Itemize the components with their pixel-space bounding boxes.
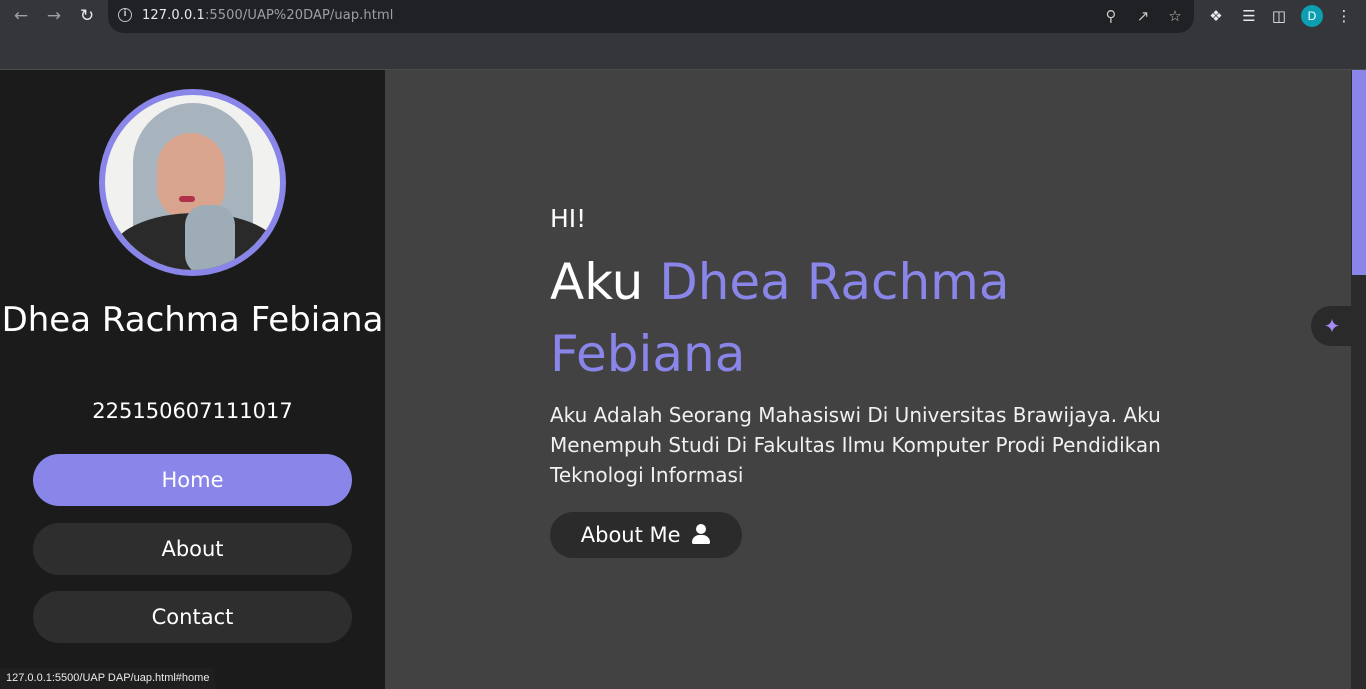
site-info-icon[interactable]: i xyxy=(118,8,132,22)
about-me-button[interactable]: About Me xyxy=(550,512,742,558)
greeting: HI! xyxy=(550,204,587,233)
address-bar[interactable]: i 127.0.0.1:5500/UAP%20DAP/uap.html ⚲ ↗ … xyxy=(108,0,1194,33)
media-playlist-icon[interactable]: ☰ xyxy=(1238,5,1260,27)
back-icon[interactable]: ← xyxy=(10,5,32,27)
student-id: 225150607111017 xyxy=(92,399,293,423)
extensions-icon[interactable]: ❖ xyxy=(1205,5,1227,27)
sidebar: Dhea Rachma Febiana 225150607111017 Home… xyxy=(0,70,385,689)
nav-about-button[interactable]: About xyxy=(33,523,352,575)
reload-icon[interactable]: ↻ xyxy=(76,5,98,27)
profile-photo xyxy=(99,89,286,276)
bookmark-star-icon[interactable]: ☆ xyxy=(1165,6,1185,26)
user-icon xyxy=(691,524,711,544)
hero-headline: Aku Dhea Rachma Febiana xyxy=(550,246,1070,390)
browser-toolbar: ← → ↻ i 127.0.0.1:5500/UAP%20DAP/uap.htm… xyxy=(0,0,1366,70)
about-me-label: About Me xyxy=(580,523,681,547)
side-panel-icon[interactable]: ◫ xyxy=(1268,5,1290,27)
nav-home-button[interactable]: Home xyxy=(33,454,352,506)
scrollbar-thumb[interactable] xyxy=(1352,70,1366,275)
page-scrollbar[interactable] xyxy=(1351,70,1366,689)
link-status-bar: 127.0.0.1:5500/UAP DAP/uap.html#home xyxy=(0,668,216,689)
zoom-icon[interactable]: ⚲ xyxy=(1101,6,1121,26)
hero-description: Aku Adalah Seorang Mahasiswi Di Universi… xyxy=(550,403,1161,487)
sparkle-icon[interactable]: ✦ xyxy=(1311,306,1353,346)
menu-kebab-icon[interactable]: ⋮ xyxy=(1333,5,1355,27)
url-text[interactable]: 127.0.0.1:5500/UAP%20DAP/uap.html xyxy=(142,8,393,23)
nav-contact-button[interactable]: Contact xyxy=(33,591,352,643)
intro-prefix: Aku xyxy=(550,253,644,311)
profile-name: Dhea Rachma Febiana xyxy=(1,300,384,340)
forward-icon[interactable]: → xyxy=(43,5,65,27)
share-icon[interactable]: ↗ xyxy=(1133,6,1153,26)
profile-avatar[interactable]: D xyxy=(1301,5,1323,27)
hero-section: HI! Aku Dhea Rachma Febiana Aku Adalah S… xyxy=(385,70,1351,689)
